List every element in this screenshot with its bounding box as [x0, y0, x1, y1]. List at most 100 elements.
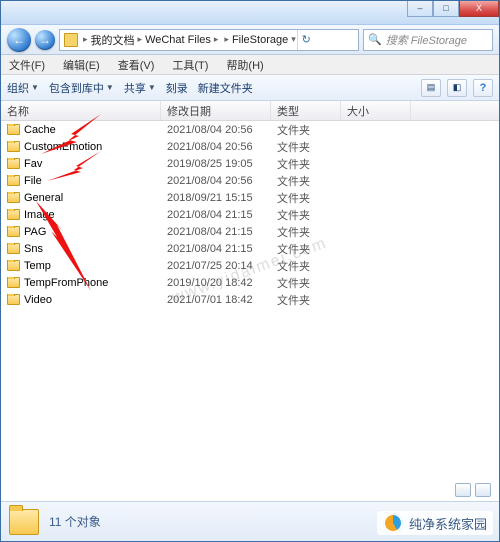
search-placeholder: 搜索 FileStorage [386, 32, 467, 48]
column-headers: 名称 修改日期 类型 大小 [1, 101, 499, 121]
new-folder-button[interactable]: 新建文件夹 [198, 80, 253, 96]
folder-icon [7, 124, 20, 135]
file-name: Sns [24, 243, 43, 255]
file-name: File [24, 175, 42, 187]
file-list[interactable]: Cache2021/08/04 20:56文件夹CustomEmotion202… [1, 121, 499, 501]
refresh-button[interactable]: ↻ [297, 30, 315, 50]
cell-name: File [1, 175, 161, 187]
file-name: Fav [24, 158, 42, 170]
menu-bar: 文件(F) 编辑(E) 查看(V) 工具(T) 帮助(H) [1, 55, 499, 75]
table-row[interactable]: Video 2021/07/01 18:42文件夹 [1, 291, 499, 308]
file-name: Cache [24, 124, 56, 136]
breadcrumb-item[interactable]: FileStorage [230, 34, 290, 46]
status-count: 11 个对象 [49, 513, 101, 530]
cell-name: Fav [1, 158, 161, 170]
forward-button[interactable]: → [35, 30, 55, 50]
cell-name: Sns [1, 243, 161, 255]
cell-type: 文件夹 [271, 139, 341, 155]
share-button[interactable]: 共享▼ [124, 80, 156, 96]
folder-icon [9, 509, 39, 535]
cell-type: 文件夹 [271, 190, 341, 206]
folder-icon [7, 141, 20, 152]
column-name[interactable]: 名称 [1, 101, 161, 120]
cell-date: 2021/08/04 20:56 [161, 175, 271, 187]
cell-type: 文件夹 [271, 292, 341, 308]
close-button[interactable]: X [459, 1, 499, 17]
cell-date: 2021/08/04 21:15 [161, 226, 271, 238]
view-icon: ▤ [427, 82, 436, 93]
file-name: Video [24, 294, 52, 306]
column-date[interactable]: 修改日期 [161, 101, 271, 120]
folder-icon [7, 158, 20, 169]
table-row[interactable]: TempFromPhone2019/10/20 18:42文件夹 [1, 274, 499, 291]
cell-type: 文件夹 [271, 258, 341, 274]
include-in-library-button[interactable]: 包含到库中▼ [49, 80, 114, 96]
cell-date: 2021/07/01 18:42 [161, 294, 271, 306]
help-icon: ? [480, 82, 487, 94]
organize-button[interactable]: 组织▼ [7, 80, 39, 96]
file-name: PAG [24, 226, 46, 238]
breadcrumb-root[interactable]: 我的文档 [89, 32, 137, 48]
command-toolbar: 组织▼ 包含到库中▼ 共享▼ 刻录 新建文件夹 ▤ ◧ ? [1, 75, 499, 101]
cell-name: Cache [1, 124, 161, 136]
nav-bar: ← → ▸ 我的文档 ▸ WeChat Files ▸ ▸ FileStorag… [1, 25, 499, 55]
layout-icon[interactable] [455, 483, 471, 497]
table-row[interactable]: Cache 2021/08/04 20:56文件夹 [1, 121, 499, 138]
maximize-button[interactable]: □ [433, 1, 459, 17]
status-bar: 11 个对象 [1, 501, 499, 541]
cell-type: 文件夹 [271, 122, 341, 138]
window-controls: – □ X [407, 1, 499, 17]
table-row[interactable]: Fav2019/08/25 19:05文件夹 [1, 155, 499, 172]
view-options-button[interactable]: ▤ [421, 79, 441, 97]
column-size[interactable]: 大小 [341, 101, 411, 120]
explorer-window: – □ X ← → ▸ 我的文档 ▸ WeChat Files ▸ ▸ File… [0, 0, 500, 542]
cell-name: Image [1, 209, 161, 221]
column-type[interactable]: 类型 [271, 101, 341, 120]
menu-help[interactable]: 帮助(H) [224, 55, 265, 75]
minimize-button[interactable]: – [407, 1, 433, 17]
file-name: General [24, 192, 63, 204]
cell-name: Video [1, 294, 161, 306]
folder-icon [7, 260, 20, 271]
search-input[interactable]: 🔍 搜索 FileStorage [363, 29, 493, 51]
menu-file[interactable]: 文件(F) [7, 55, 47, 75]
chevron-down-icon: ▼ [31, 83, 39, 92]
breadcrumb[interactable]: ▸ 我的文档 ▸ WeChat Files ▸ ▸ FileStorage ▾ … [59, 29, 359, 51]
chevron-right-icon: ▸ [213, 34, 220, 45]
folder-icon [7, 226, 20, 237]
folder-icon [7, 175, 20, 186]
cell-type: 文件夹 [271, 224, 341, 240]
cell-name: Temp [1, 260, 161, 272]
table-row[interactable]: Sns2021/08/04 21:15文件夹 [1, 240, 499, 257]
table-row[interactable]: File2021/08/04 20:56文件夹 [1, 172, 499, 189]
title-bar: – □ X [1, 1, 499, 25]
burn-button[interactable]: 刻录 [166, 80, 188, 96]
cell-type: 文件夹 [271, 275, 341, 291]
table-row[interactable]: CustomEmotion2021/08/04 20:56文件夹 [1, 138, 499, 155]
preview-pane-button[interactable]: ◧ [447, 79, 467, 97]
menu-tools[interactable]: 工具(T) [170, 55, 210, 75]
breadcrumb-item[interactable]: WeChat Files [143, 34, 213, 46]
help-button[interactable]: ? [473, 79, 493, 97]
table-row[interactable]: Temp2021/07/25 20:14文件夹 [1, 257, 499, 274]
folder-icon [7, 243, 20, 254]
table-row[interactable]: General 2018/09/21 15:15文件夹 [1, 189, 499, 206]
layout-icon[interactable] [475, 483, 491, 497]
folder-icon [7, 277, 20, 288]
folder-icon [7, 209, 20, 220]
cell-date: 2021/08/04 20:56 [161, 124, 271, 136]
cell-date: 2021/08/04 21:15 [161, 243, 271, 255]
view-mode-icons [455, 483, 491, 497]
menu-edit[interactable]: 编辑(E) [61, 55, 102, 75]
table-row[interactable]: PAG 2021/08/04 21:15文件夹 [1, 223, 499, 240]
cell-date: 2018/09/21 15:15 [161, 192, 271, 204]
cell-date: 2021/08/04 21:15 [161, 209, 271, 221]
table-row[interactable]: Image2021/08/04 21:15文件夹 [1, 206, 499, 223]
menu-view[interactable]: 查看(V) [116, 55, 157, 75]
cell-name: TempFromPhone [1, 277, 161, 289]
cell-name: CustomEmotion [1, 141, 161, 153]
cell-type: 文件夹 [271, 207, 341, 223]
back-button[interactable]: ← [7, 28, 31, 52]
folder-icon [7, 294, 20, 305]
cell-name: General [1, 192, 161, 204]
